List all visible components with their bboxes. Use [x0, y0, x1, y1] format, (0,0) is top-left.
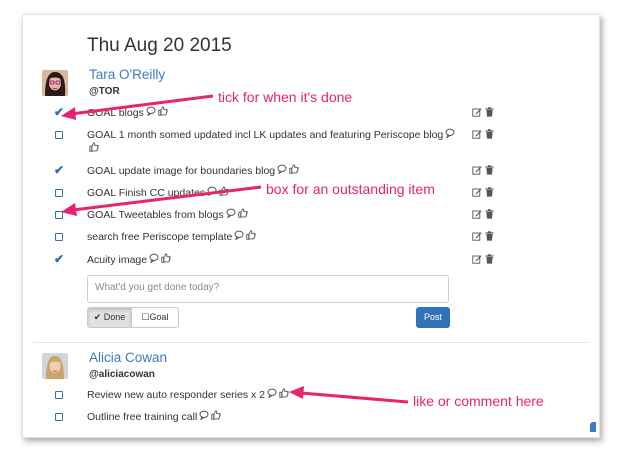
screenshot-frame: Thu Aug 20 2015 Tara O'Reilly @TOR ✔ GOAL…	[22, 14, 600, 438]
daily-log: Thu Aug 20 2015 Tara O'Reilly @TOR ✔ GOAL…	[23, 15, 599, 437]
annotation-arrow-like	[289, 386, 409, 404]
